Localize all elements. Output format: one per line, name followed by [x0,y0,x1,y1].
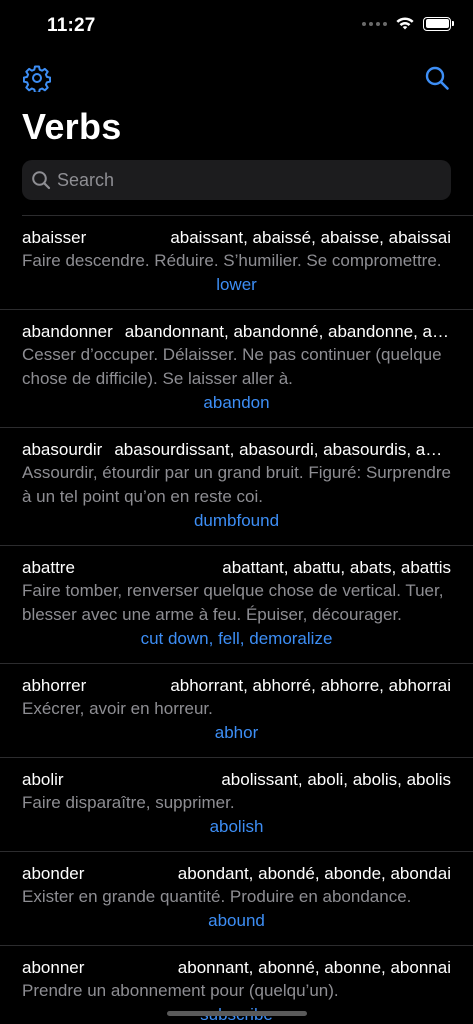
search-bar[interactable] [22,160,451,200]
verb-forms: abaissant, abaissé, abaisse, abaissai [170,228,451,247]
search-button[interactable] [421,62,453,94]
list-item[interactable]: abhorrer abhorrant, abhorré, abhorre, ab… [0,664,473,758]
verb-definition: Assourdir, étourdir par un grand bruit. … [22,463,451,506]
magnifier-icon [32,171,51,190]
verb-name: abattre [22,558,75,577]
list-item[interactable]: abonder abondant, abondé, abonde, abonda… [0,852,473,946]
search-icon [425,66,449,90]
verb-translation: dumbfound [193,511,280,530]
search-input[interactable] [57,169,437,191]
home-indicator[interactable] [166,1011,307,1016]
verb-forms: abondant, abondé, abonde, abondai [177,864,451,883]
page-title: Verbs [22,106,122,147]
verb-translation: lower [216,275,257,294]
list-item[interactable]: abattre abattant, abattu, abats, abattis… [0,546,473,664]
verb-translation: abound [208,911,265,930]
verb-name: abasourdir [22,440,103,459]
status-icons [362,16,454,31]
verb-forms: abasourdissant, abasourdi, abasourdis, a… [114,440,451,459]
list-item[interactable]: abaisser abaissant, abaissé, abaisse, ab… [0,216,473,310]
verb-translation: cut down, fell, demoralize [140,629,333,648]
list-item[interactable]: abolir abolissant, aboli, abolis, abolis… [0,758,473,852]
settings-button[interactable] [21,62,53,94]
verb-forms: abhorrant, abhorré, abhorre, abhorrai [170,676,451,695]
wifi-icon [396,17,414,30]
status-time: 11:27 [47,15,96,36]
verb-forms: abonnant, abonné, abonne, abonnai [177,958,451,977]
verb-forms: abattant, abattu, abats, abattis [222,558,451,577]
verb-name: abandonner [22,322,113,341]
verb-list: abaisser abaissant, abaissé, abaisse, ab… [0,215,473,1024]
verb-definition: Exécrer, avoir en horreur. [22,699,213,718]
verb-forms: abolissant, aboli, abolis, abolis [221,770,451,789]
verb-definition: Faire descendre. Réduire. S’humilier. Se… [22,251,442,270]
verb-forms: abandonnant, abandonné, abandonne, aband… [124,322,451,341]
verb-definition: Faire disparaître, supprimer. [22,793,235,812]
cellular-signal-icon [362,21,387,26]
verb-translation: abolish [209,817,264,836]
verb-name: abolir [22,770,64,789]
verb-name: abonder [22,864,85,883]
verb-name: abhorrer [22,676,87,695]
verb-name: abonner [22,958,85,977]
battery-icon [423,16,454,31]
gear-icon [23,65,51,92]
list-item[interactable]: abandonner abandonnant, abandonné, aband… [0,310,473,428]
verb-definition: Faire tomber, renverser quelque chose de… [22,581,444,624]
status-bar: 11:27 [0,0,473,54]
verb-definition: Exister en grande quantité. Produire en … [22,887,412,906]
verb-translation: abhor [214,723,259,742]
verb-definition: Prendre un abonnement pour (quelqu’un). [22,981,339,1000]
navigation-bar [0,58,473,98]
verb-name: abaisser [22,228,87,247]
list-item[interactable]: abasourdir abasourdissant, abasourdi, ab… [0,428,473,546]
verb-definition: Cesser d’occuper. Délaisser. Ne pas cont… [22,345,442,388]
verb-translation: abandon [203,393,270,412]
